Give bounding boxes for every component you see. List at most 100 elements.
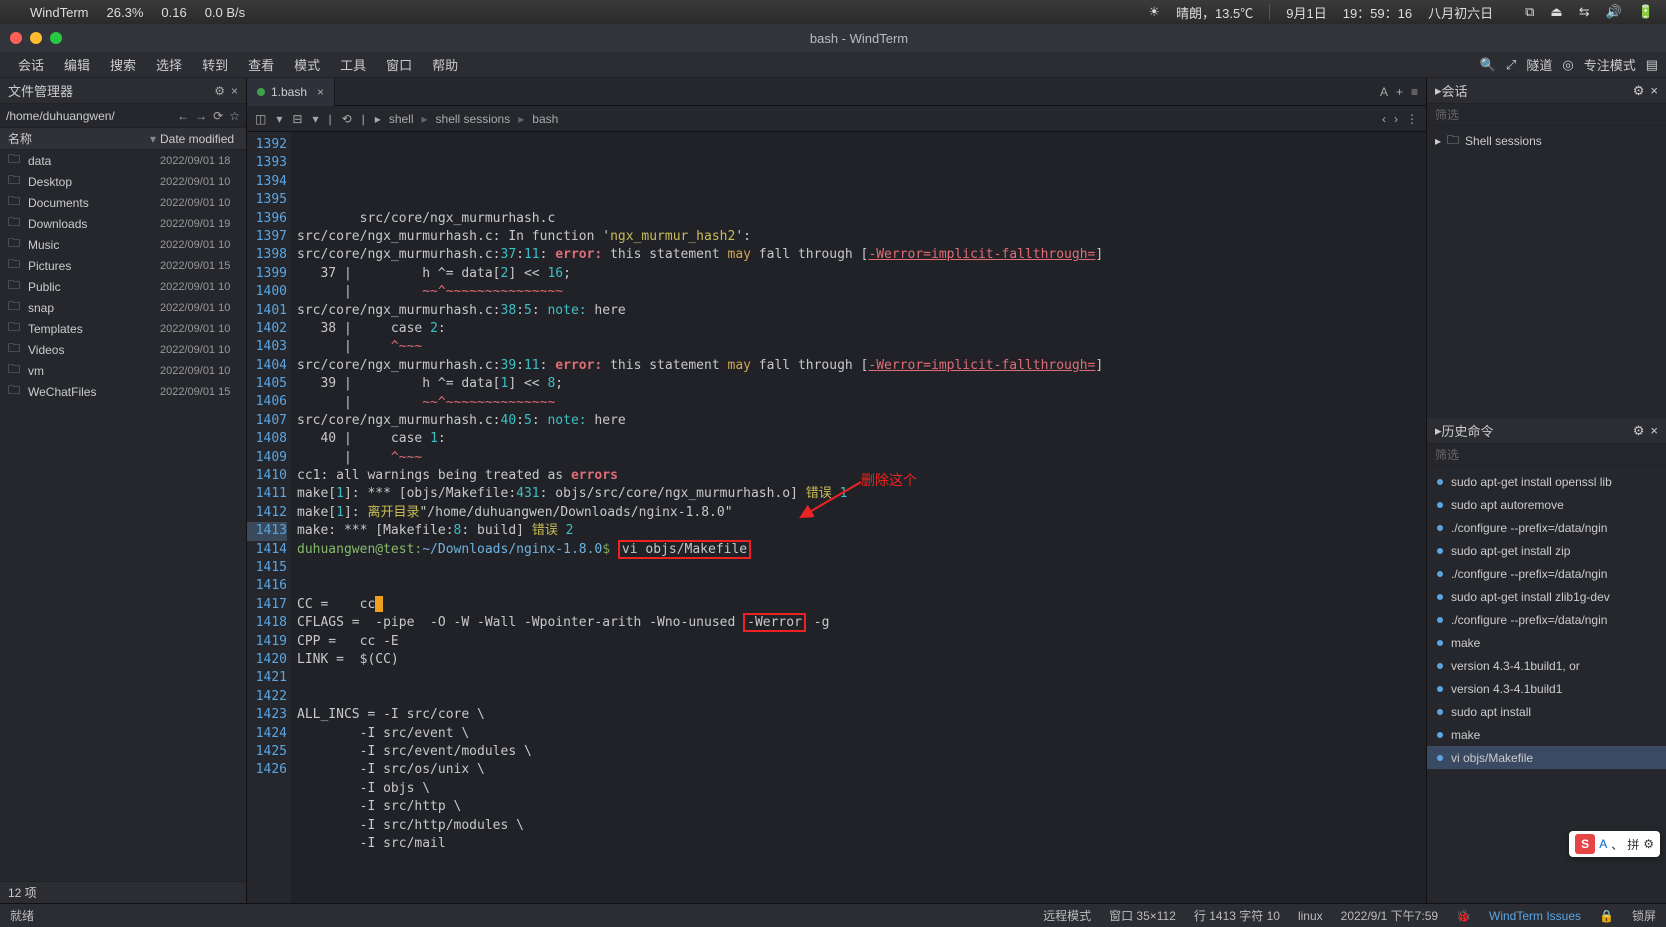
split-h-icon[interactable]: ⊟ [292, 112, 302, 126]
file-row[interactable]: 🗀Music2022/09/01 10 [0, 234, 246, 255]
menubar-app[interactable]: WindTerm [30, 5, 89, 20]
breadcrumb-item[interactable]: bash [532, 112, 558, 126]
back-icon[interactable]: ← [177, 109, 189, 123]
breadcrumb-item[interactable]: shell [389, 112, 414, 126]
file-row[interactable]: 🗀Pictures2022/09/01 15 [0, 255, 246, 276]
history-item[interactable]: sudo apt-get install zlib1g-dev [1427, 585, 1666, 608]
gear-icon[interactable]: ⚙ [1633, 83, 1645, 99]
minimize-window-button[interactable] [30, 32, 42, 44]
refresh-icon[interactable]: ⟲ [342, 112, 352, 126]
bookmark-icon[interactable]: ☆ [229, 109, 240, 123]
panel-close-icon[interactable]: × [1650, 83, 1658, 98]
appmenu-item[interactable]: 选择 [146, 55, 192, 74]
lock-icon[interactable]: 🔒 [1599, 909, 1614, 923]
tab-bash[interactable]: 1.bash × [247, 78, 335, 106]
history-item[interactable]: make [1427, 723, 1666, 746]
file-list[interactable]: 🗀data2022/09/01 18🗀Desktop2022/09/01 10🗀… [0, 150, 246, 881]
tab-add-btn[interactable]: + [1396, 85, 1403, 99]
volume-icon[interactable]: 🔊 [1606, 4, 1622, 20]
file-row[interactable]: 🗀Public2022/09/01 10 [0, 276, 246, 297]
col-date[interactable]: Date modified [160, 132, 246, 146]
history-item[interactable]: version 4.3-4.1build1 [1427, 677, 1666, 700]
status-lock[interactable]: 锁屏 [1632, 907, 1656, 924]
file-row[interactable]: 🗀Documents2022/09/01 10 [0, 192, 246, 213]
status-issues[interactable]: WindTerm Issues [1489, 909, 1581, 923]
file-row[interactable]: 🗀Videos2022/09/01 10 [0, 339, 246, 360]
gear-icon[interactable]: ⚙ [214, 84, 225, 98]
sessions-filter[interactable]: 筛选 [1427, 104, 1666, 126]
file-row[interactable]: 🗀Desktop2022/09/01 10 [0, 171, 246, 192]
sessions-folder[interactable]: ▸🗀 Shell sessions [1427, 130, 1666, 152]
appmenu-item[interactable]: 转到 [192, 55, 238, 74]
history-item[interactable]: vi objs/Makefile [1427, 746, 1666, 769]
history-item[interactable]: sudo apt autoremove [1427, 493, 1666, 516]
col-name[interactable]: 名称 [0, 130, 150, 147]
refresh-icon[interactable]: ⟳ [213, 109, 223, 123]
status-mode[interactable]: 远程模式 [1043, 907, 1091, 924]
target-icon[interactable]: ◎ [1562, 57, 1573, 73]
terminal-editor[interactable]: 1392139313941395139613971398139914001401… [247, 132, 1426, 903]
history-item[interactable]: make [1427, 631, 1666, 654]
close-window-button[interactable] [10, 32, 22, 44]
file-row[interactable]: 🗀Downloads2022/09/01 19 [0, 213, 246, 234]
panel-close-icon[interactable]: × [231, 84, 238, 98]
file-row[interactable]: 🗀vm2022/09/01 10 [0, 360, 246, 381]
appmenu-item[interactable]: 编辑 [54, 55, 100, 74]
forward-icon[interactable]: → [195, 109, 207, 123]
battery-icon[interactable]: 🔋 [1638, 4, 1654, 20]
code-area[interactable]: 删除这个 src/core/ngx_murmurhash.csrc/core/n… [291, 132, 1426, 903]
eject-icon[interactable]: ⏏ [1550, 4, 1562, 20]
layout-icon[interactable]: ▤ [1646, 57, 1658, 73]
search-icon[interactable]: 🔍 [1480, 57, 1496, 73]
folder-icon: 🗀 [8, 297, 24, 318]
appmenu-item[interactable]: 模式 [284, 55, 330, 74]
path-input[interactable] [6, 109, 177, 123]
appmenu-item[interactable]: 帮助 [422, 55, 468, 74]
menubar-time[interactable]: 19：59：16 [1343, 3, 1412, 22]
screen-icon[interactable]: ⧉ [1525, 4, 1534, 20]
panel-close-icon[interactable]: × [1650, 423, 1658, 438]
file-columns-header[interactable]: 名称 ▾ Date modified [0, 128, 246, 150]
file-row[interactable]: 🗀data2022/09/01 18 [0, 150, 246, 171]
nav-next-icon[interactable]: › [1394, 112, 1398, 126]
expand-icon[interactable]: ⤢ [1506, 57, 1516, 73]
more-icon[interactable]: ⋮ [1406, 112, 1418, 126]
appmenu-item[interactable]: 查看 [238, 55, 284, 74]
focus-mode-label[interactable]: 专注模式 [1584, 55, 1636, 74]
history-item[interactable]: version 4.3-4.1build1, or [1427, 654, 1666, 677]
macos-menubar[interactable]: WindTerm 26.3% 0.16 0.0 B/s ☀ 晴朗，13.5℃ 9… [0, 0, 1666, 24]
menubar-date[interactable]: 9月1日 [1286, 3, 1326, 22]
split-icon[interactable]: ◫ [255, 112, 266, 126]
ime-gear-icon[interactable]: ⚙ [1643, 837, 1654, 851]
breadcrumb[interactable]: ▸shell▸shell sessions▸bash [375, 112, 559, 126]
ime-s: S [1575, 834, 1595, 854]
editor-tabbar[interactable]: 1.bash × A + ≡ [247, 78, 1426, 106]
history-item[interactable]: sudo apt-get install zip [1427, 539, 1666, 562]
bug-icon[interactable]: 🐞 [1456, 909, 1471, 923]
appmenu-item[interactable]: 窗口 [376, 55, 422, 74]
path-row[interactable]: ← → ⟳ ☆ [0, 104, 246, 128]
tunnel-label[interactable]: 隧道 [1526, 55, 1552, 74]
tab-close-icon[interactable]: × [317, 85, 324, 99]
history-item[interactable]: sudo apt-get install openssl lib [1427, 470, 1666, 493]
tab-font-btn[interactable]: A [1380, 85, 1388, 99]
file-row[interactable]: 🗀Templates2022/09/01 10 [0, 318, 246, 339]
tab-menu-btn[interactable]: ≡ [1411, 85, 1418, 99]
file-row[interactable]: 🗀WeChatFiles2022/09/01 15 [0, 381, 246, 402]
history-item[interactable]: ./configure --prefix=/data/ngin [1427, 562, 1666, 585]
file-row[interactable]: 🗀snap2022/09/01 10 [0, 297, 246, 318]
history-filter[interactable]: 筛选 [1427, 444, 1666, 466]
history-item[interactable]: sudo apt install [1427, 700, 1666, 723]
breadcrumb-item[interactable]: shell sessions [436, 112, 511, 126]
traffic-lights[interactable] [10, 32, 62, 44]
appmenu-item[interactable]: 会话 [8, 55, 54, 74]
history-item[interactable]: ./configure --prefix=/data/ngin [1427, 608, 1666, 631]
appmenu-item[interactable]: 搜索 [100, 55, 146, 74]
gear-icon[interactable]: ⚙ [1633, 423, 1645, 439]
sync-icon[interactable]: ⇆ [1579, 4, 1590, 20]
nav-prev-icon[interactable]: ‹ [1382, 112, 1386, 126]
appmenu-item[interactable]: 工具 [330, 55, 376, 74]
history-item[interactable]: ./configure --prefix=/data/ngin [1427, 516, 1666, 539]
maximize-window-button[interactable] [50, 32, 62, 44]
ime-float[interactable]: S A 、 拼 ⚙ [1569, 831, 1660, 857]
